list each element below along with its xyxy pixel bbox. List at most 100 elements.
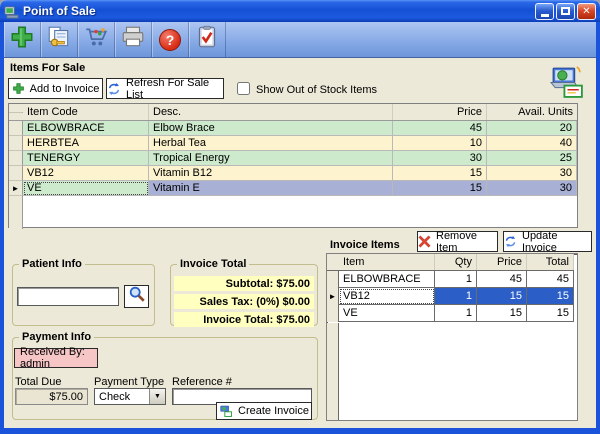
row-selector-arrow[interactable]: ►	[327, 288, 339, 305]
column-header-item-code[interactable]: Item Code	[23, 104, 149, 120]
cell-desc[interactable]: Vitamin B12	[149, 166, 393, 181]
cell-price[interactable]: 15	[477, 305, 527, 322]
cell-price[interactable]: 15	[393, 166, 487, 181]
toolbar-help-button[interactable]: ?	[152, 22, 189, 57]
maximize-button[interactable]	[556, 3, 575, 20]
row-selector[interactable]	[9, 136, 23, 151]
update-invoice-button[interactable]: Update Invoice	[503, 231, 592, 252]
table-row[interactable]: HERBTEA Herbal Tea 10 40	[9, 136, 577, 151]
pos-terminal-icon	[549, 63, 586, 105]
toolbar-add-button[interactable]	[4, 22, 41, 57]
table-row[interactable]: ELBOWBRACE Elbow Brace 45 20	[9, 121, 577, 136]
column-header-desc[interactable]: Desc.	[149, 104, 393, 120]
column-header-total[interactable]: Total	[527, 254, 574, 270]
invoice-table-header: Item Qty Price Total	[327, 254, 574, 271]
row-header-corner	[9, 112, 23, 113]
row-selector[interactable]	[9, 166, 23, 181]
table-row[interactable]: ELBOWBRACE 1 45 45	[327, 271, 574, 288]
cell-qty[interactable]: 1	[435, 288, 477, 305]
payment-type-dropdown[interactable]: Check ▼	[94, 388, 166, 405]
toolbar-cart-button[interactable]	[78, 22, 115, 57]
patient-search-button[interactable]	[124, 285, 149, 308]
cell-item[interactable]: VB12	[339, 288, 435, 305]
toolbar-print-button[interactable]	[115, 22, 152, 57]
app-icon	[4, 4, 19, 19]
patient-info-title: Patient Info	[19, 258, 85, 270]
cell-price[interactable]: 45	[477, 271, 527, 288]
cell-qty[interactable]: 1	[435, 271, 477, 288]
patient-search-input[interactable]	[17, 287, 119, 306]
cart-icon	[83, 24, 109, 55]
cell-price[interactable]: 10	[393, 136, 487, 151]
toolbar-items-button[interactable]	[41, 22, 78, 57]
update-invoice-label: Update Invoice	[522, 230, 591, 254]
column-header-qty[interactable]: Qty	[435, 254, 477, 270]
row-selector[interactable]	[9, 151, 23, 166]
total-due-value: $75.00	[15, 388, 88, 405]
item-list-icon	[46, 24, 72, 55]
cell-price[interactable]: 15	[393, 181, 487, 196]
cell-price[interactable]: 45	[393, 121, 487, 136]
refresh-for-sale-button[interactable]: Refresh For Sale List	[106, 78, 224, 99]
cell-item-code[interactable]: ELBOWBRACE	[23, 121, 149, 136]
cell-total[interactable]: 45	[527, 271, 574, 288]
minimize-button[interactable]	[535, 3, 554, 20]
cell-avail-units[interactable]: 25	[487, 151, 577, 166]
print-icon	[120, 24, 146, 55]
payment-info-title: Payment Info	[19, 331, 94, 343]
column-header-avail-units[interactable]: Avail. Units	[487, 104, 577, 120]
cell-qty[interactable]: 1	[435, 305, 477, 322]
close-button[interactable]: ✕	[577, 3, 596, 20]
remove-item-button[interactable]: Remove Item	[417, 231, 498, 252]
invoice-items-title: Invoice Items	[330, 239, 400, 251]
checkout-clipboard-icon	[194, 24, 220, 55]
chevron-down-icon[interactable]: ▼	[149, 389, 165, 404]
cell-avail-units[interactable]: 20	[487, 121, 577, 136]
cell-item[interactable]: ELBOWBRACE	[339, 271, 435, 288]
cell-avail-units[interactable]: 30	[487, 181, 577, 196]
table-row[interactable]: TENERGY Tropical Energy 30 25	[9, 151, 577, 166]
table-row-selected[interactable]: ► VB12 1 15 15	[327, 288, 574, 305]
cell-item[interactable]: VE	[339, 305, 435, 322]
table-row-selected[interactable]: ► VE Vitamin E 15 30	[9, 181, 577, 196]
reference-label: Reference #	[172, 376, 232, 388]
cell-desc[interactable]: Vitamin E	[149, 181, 393, 196]
cell-price[interactable]: 30	[393, 151, 487, 166]
create-invoice-button[interactable]: Create Invoice	[216, 402, 312, 420]
cell-desc[interactable]: Herbal Tea	[149, 136, 393, 151]
cell-desc[interactable]: Elbow Brace	[149, 121, 393, 136]
invoice-total-title: Invoice Total	[177, 258, 249, 270]
row-selector[interactable]	[327, 305, 339, 322]
show-out-of-stock-checkbox[interactable]	[237, 82, 250, 95]
payment-type-label: Payment Type	[94, 376, 164, 388]
cell-avail-units[interactable]: 40	[487, 136, 577, 151]
column-header-price[interactable]: Price	[393, 104, 487, 120]
cell-price[interactable]: 15	[477, 288, 527, 305]
cell-avail-units[interactable]: 30	[487, 166, 577, 181]
cell-item-code[interactable]: VE	[23, 181, 149, 196]
sales-tax-strip: Sales Tax: (0%) $0.00	[174, 294, 314, 309]
cell-total[interactable]: 15	[527, 288, 574, 305]
table-row[interactable]: VB12 Vitamin B12 15 30	[9, 166, 577, 181]
received-by-badge: Received By: admin	[14, 348, 98, 368]
row-selector[interactable]	[327, 271, 339, 288]
cell-desc[interactable]: Tropical Energy	[149, 151, 393, 166]
invoice-total-strip: Invoice Total: $75.00	[174, 312, 314, 327]
toolbar-checkout-button[interactable]	[189, 22, 226, 57]
window-border-right	[596, 22, 600, 428]
row-selector[interactable]	[9, 121, 23, 136]
cell-item-code[interactable]: TENERGY	[23, 151, 149, 166]
cell-item-code[interactable]: VB12	[23, 166, 149, 181]
cell-total[interactable]: 15	[527, 305, 574, 322]
create-invoice-label: Create Invoice	[238, 405, 309, 417]
row-selector-arrow[interactable]: ►	[9, 181, 23, 196]
column-header-item[interactable]: Item	[339, 254, 435, 270]
add-to-invoice-button[interactable]: Add to Invoice	[8, 78, 103, 99]
payment-type-value: Check	[95, 389, 149, 404]
cell-item-code[interactable]: HERBTEA	[23, 136, 149, 151]
total-due-label: Total Due	[15, 376, 61, 388]
titlebar: Point of Sale ✕	[0, 0, 600, 22]
column-header-price[interactable]: Price	[477, 254, 527, 270]
table-row[interactable]: VE 1 15 15	[327, 305, 574, 322]
toolbar: ?	[4, 22, 596, 58]
